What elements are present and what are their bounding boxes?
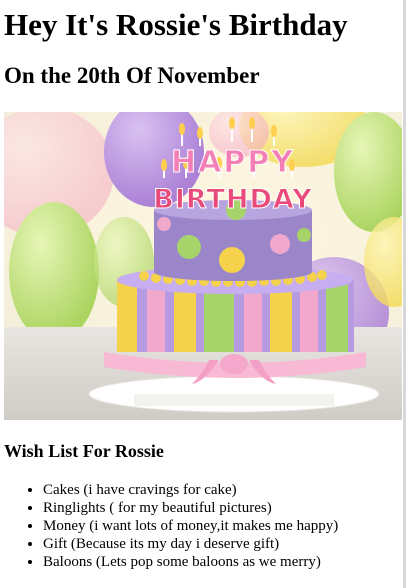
list-item: Ringlights ( for my beautiful pictures) (43, 499, 338, 517)
topper-birthday: BIRTHDAY (153, 184, 313, 215)
birthday-cake-image: HAPPY BIRTHDAY (4, 112, 402, 420)
page-subtitle: On the 20th Of November (4, 63, 260, 88)
list-item: Money (i want lots of money,it makes me … (43, 517, 338, 535)
cake-bottom-tier (104, 266, 366, 384)
page: Hey It's Rossie's Birthday On the 20th O… (0, 0, 403, 588)
page-title: Hey It's Rossie's Birthday (4, 7, 348, 42)
wishlist: Cakes (i have cravings for cake) Ringlig… (0, 481, 338, 571)
list-item: Gift (Because its my day i deserve gift) (43, 535, 338, 553)
topper-happy: HAPPY (171, 145, 295, 180)
list-item: Cakes (i have cravings for cake) (43, 481, 338, 499)
list-item: Baloons (Lets pop some baloons as we mer… (43, 553, 338, 571)
wishlist-title: Wish List For Rossie (4, 441, 164, 461)
